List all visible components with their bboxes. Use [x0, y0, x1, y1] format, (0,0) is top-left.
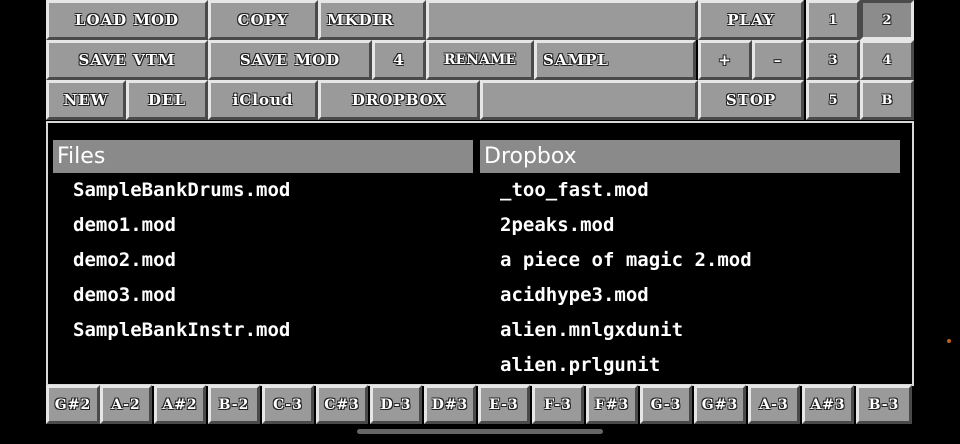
load-mod-button[interactable]: LOAD MOD — [46, 0, 208, 40]
home-indicator — [357, 429, 603, 434]
format-4-button[interactable]: 4 — [372, 40, 426, 80]
file-browser-panel: Files SampleBankDrums.mod demo1.mod demo… — [46, 121, 914, 386]
dropbox-item[interactable]: a piece of magic 2.mod — [480, 243, 900, 278]
note-key[interactable]: G#3 — [694, 385, 746, 424]
play-button[interactable]: PLAY — [698, 0, 804, 40]
mkdir-button[interactable]: MKDIR — [318, 0, 426, 40]
save-vtm-button[interactable]: SAVE VTM — [46, 40, 208, 80]
note-key[interactable]: D-3 — [370, 385, 422, 424]
slot-2-button[interactable]: 2 — [860, 0, 914, 40]
icloud-button[interactable]: iCloud — [208, 80, 318, 120]
note-key[interactable]: E-3 — [478, 385, 530, 424]
new-button[interactable]: NEW — [46, 80, 126, 120]
stop-button[interactable]: STOP — [698, 80, 804, 120]
note-key[interactable]: F#3 — [586, 385, 638, 424]
dropbox-item[interactable]: _too_fast.mod — [480, 173, 900, 208]
note-key[interactable]: C-3 — [262, 385, 314, 424]
file-item[interactable]: SampleBankInstr.mod — [53, 313, 473, 348]
minus-button[interactable]: – — [752, 40, 804, 80]
note-key[interactable]: A#3 — [802, 385, 854, 424]
slot-5-button[interactable]: 5 — [806, 80, 860, 120]
note-key[interactable]: A-3 — [748, 385, 800, 424]
note-key[interactable]: A#2 — [154, 385, 206, 424]
privacy-indicator-dot — [947, 339, 951, 343]
dropbox-item[interactable]: alien.mnlgxdunit — [480, 313, 900, 348]
note-key[interactable]: A-2 — [100, 385, 152, 424]
toolbar-spacer-2 — [480, 80, 698, 120]
copy-button[interactable]: COPY — [208, 0, 318, 40]
note-key[interactable]: B-2 — [208, 385, 260, 424]
dropbox-list: _too_fast.mod 2peaks.mod a piece of magi… — [480, 173, 900, 383]
note-key[interactable]: D#3 — [424, 385, 476, 424]
file-item[interactable]: SampleBankDrums.mod — [53, 173, 473, 208]
files-list: SampleBankDrums.mod demo1.mod demo2.mod … — [53, 173, 473, 348]
note-key[interactable]: C#3 — [316, 385, 368, 424]
file-item[interactable]: demo2.mod — [53, 243, 473, 278]
dropbox-column-header: Dropbox — [480, 140, 900, 173]
dropbox-item[interactable]: acidhype3.mod — [480, 278, 900, 313]
slot-4-button[interactable]: 4 — [860, 40, 914, 80]
toolbar-spacer-1 — [426, 0, 698, 40]
slot-1-button[interactable]: 1 — [806, 0, 860, 40]
dropbox-item[interactable]: alien.prlgunit — [480, 348, 900, 383]
files-column-header: Files — [53, 140, 473, 173]
plus-button[interactable]: + — [698, 40, 752, 80]
file-item[interactable]: demo1.mod — [53, 208, 473, 243]
note-key[interactable]: F-3 — [532, 385, 584, 424]
sampl-button[interactable]: SAMPL — [534, 40, 696, 80]
note-key[interactable]: G#2 — [46, 385, 100, 424]
dropbox-item[interactable]: 2peaks.mod — [480, 208, 900, 243]
slot-b-button[interactable]: B — [860, 80, 914, 120]
save-mod-button[interactable]: SAVE MOD — [208, 40, 372, 80]
file-item[interactable]: demo3.mod — [53, 278, 473, 313]
note-key[interactable]: B-3 — [856, 385, 912, 424]
slot-3-button[interactable]: 3 — [806, 40, 860, 80]
rename-button[interactable]: RENAME — [426, 40, 534, 80]
dropbox-button[interactable]: DROPBOX — [318, 80, 480, 120]
note-key[interactable]: G-3 — [640, 385, 692, 424]
del-button[interactable]: DEL — [126, 80, 208, 120]
